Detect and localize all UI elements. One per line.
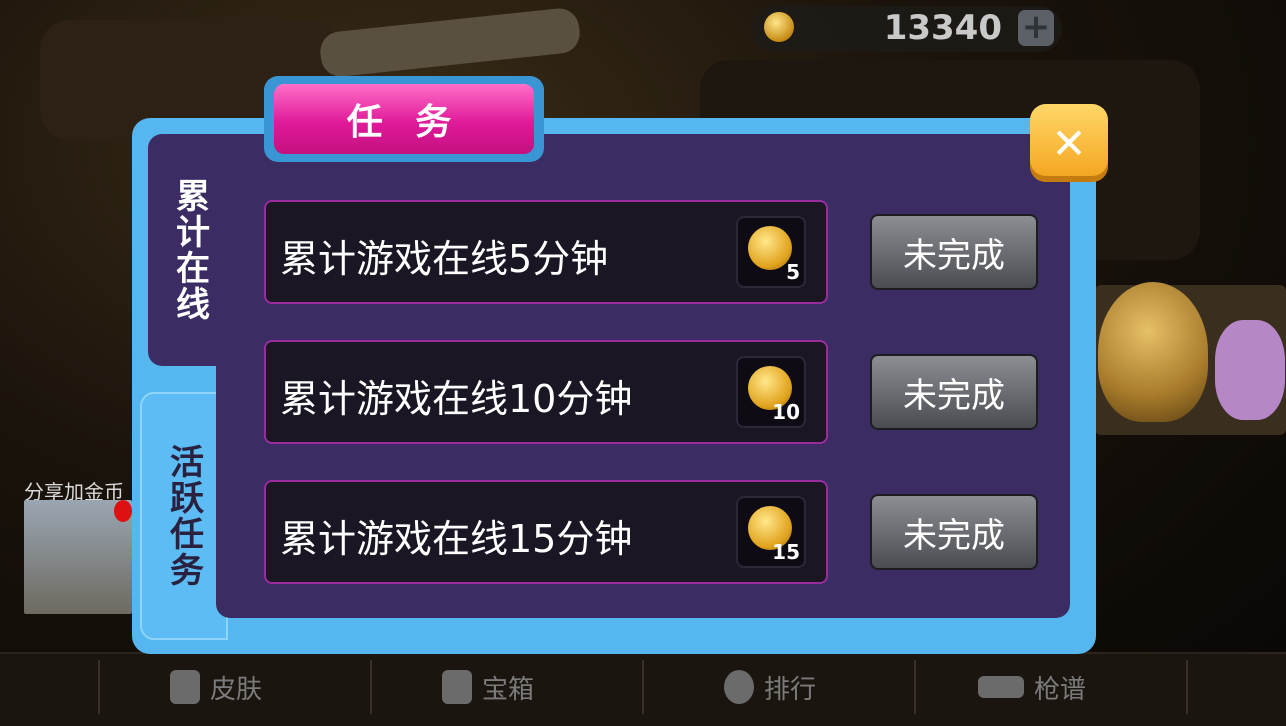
people-icon	[442, 670, 472, 704]
task-description: 累计游戏在线10分钟	[280, 377, 633, 421]
task-status-button[interactable]: 未完成	[870, 214, 1038, 290]
nav-label: 皮肤	[210, 674, 263, 705]
reward-box: 5	[736, 216, 806, 288]
task-description: 累计游戏在线15分钟	[280, 517, 633, 561]
character-arm	[1215, 320, 1285, 420]
task-row: 累计游戏在线10分钟 10	[264, 340, 828, 444]
tab-active-tasks[interactable]: 活跃任务	[140, 392, 228, 640]
task-row: 累计游戏在线15分钟 15	[264, 480, 828, 584]
reward-amount: 10	[772, 400, 800, 424]
nav-label: 排行	[764, 674, 817, 705]
nav-divider	[642, 660, 644, 714]
background-lamp	[318, 6, 582, 79]
add-coins-button[interactable]: +	[1018, 10, 1054, 46]
nav-item-ranking[interactable]: 排行	[724, 662, 816, 712]
nav-label: 枪谱	[1034, 674, 1087, 705]
reward-box: 10	[736, 356, 806, 428]
close-icon: ✕	[1051, 118, 1087, 168]
medal-icon	[724, 670, 754, 704]
task-row: 累计游戏在线5分钟 5	[264, 200, 828, 304]
coin-icon	[764, 12, 794, 42]
nav-divider	[914, 660, 916, 714]
nav-item-guns[interactable]: 枪谱	[978, 662, 1086, 712]
task-status-button[interactable]: 未完成	[870, 494, 1038, 570]
character-portrait	[1098, 282, 1208, 422]
nav-item-skins[interactable]: 皮肤	[170, 662, 262, 712]
tab-label: 累计在线	[169, 178, 210, 322]
notification-dot	[114, 500, 132, 522]
nav-item-chest[interactable]: 宝箱	[442, 662, 534, 712]
coin-count: 13340	[883, 8, 1002, 48]
jacket-icon	[170, 670, 200, 704]
task-description: 累计游戏在线5分钟	[280, 237, 609, 281]
game-screen: 13340 + 分享加金币 皮肤 宝箱 排行 枪谱 活跃任务 累计在线 任 务 …	[0, 0, 1286, 726]
gun-icon	[978, 676, 1024, 698]
reward-amount: 5	[786, 260, 800, 284]
nav-divider	[98, 660, 100, 714]
reward-amount: 15	[772, 540, 800, 564]
reward-box: 15	[736, 496, 806, 568]
dialog-title: 任 务	[274, 84, 534, 154]
tab-label: 活跃任务	[163, 444, 204, 588]
tab-online-time[interactable]: 累计在线	[148, 134, 232, 366]
task-status-button[interactable]: 未完成	[870, 354, 1038, 430]
nav-divider	[370, 660, 372, 714]
close-button[interactable]: ✕	[1030, 104, 1108, 182]
nav-divider	[1186, 660, 1188, 714]
nav-label: 宝箱	[482, 674, 535, 705]
